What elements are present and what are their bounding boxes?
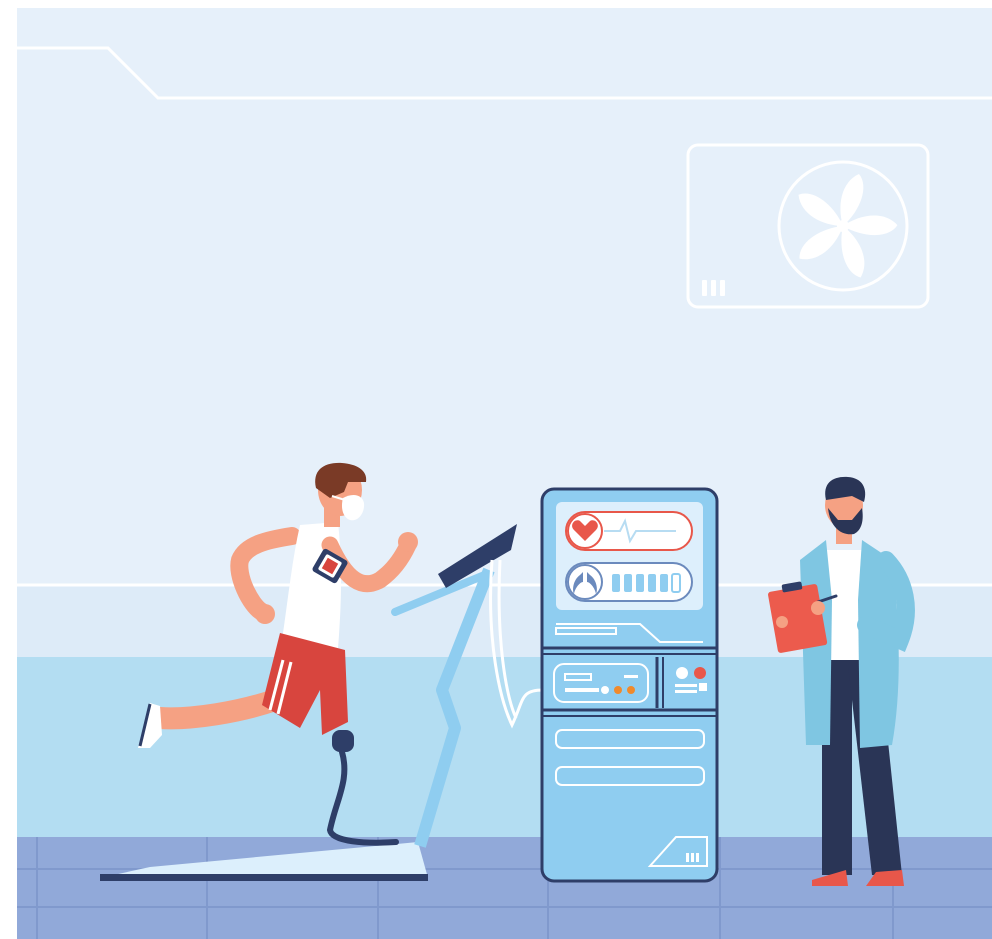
fitness-test-illustration [17,8,992,939]
alert-light [694,667,706,679]
indicator-light [614,686,622,694]
vent-slots-icon [702,280,725,296]
diagnostic-machine [540,487,719,883]
vent-slots-icon [686,853,699,862]
treadmill-base [100,874,428,881]
indicator-light [627,686,635,694]
